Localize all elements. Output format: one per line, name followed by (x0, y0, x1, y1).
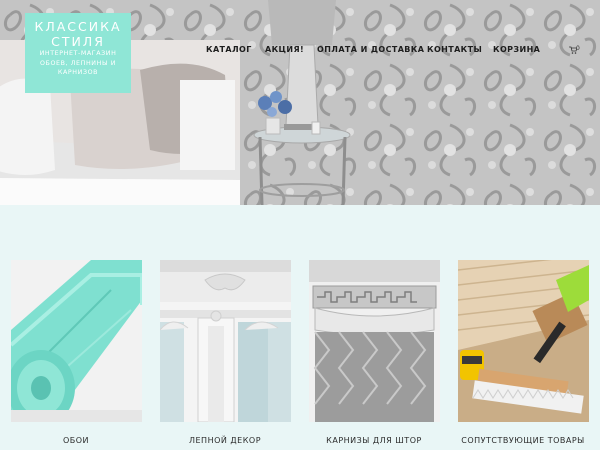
tools-accessories-image (458, 260, 589, 422)
category-card-molding[interactable] (160, 260, 291, 422)
cart-count: 0 (576, 45, 580, 52)
category-label-wallpaper[interactable]: ОБОИ (1, 436, 151, 445)
nav-item-contacts[interactable]: КОНТАКТЫ (427, 45, 482, 54)
molding-decor-image (160, 260, 291, 422)
wallpaper-roll-image (11, 260, 142, 422)
nav-item-catalog[interactable]: КАТАЛОГ (206, 45, 252, 54)
curtain-rod-image (309, 260, 440, 422)
main-nav: КАТАЛОГ АКЦИЯ! ОПЛАТА И ДОСТАВКА КОНТАКТ… (0, 45, 600, 57)
category-card-accessories[interactable] (458, 260, 589, 422)
nav-item-cart[interactable]: КОРЗИНА (493, 45, 540, 54)
nav-item-payment-delivery[interactable]: ОПЛАТА И ДОСТАВКА (317, 45, 424, 54)
category-label-molding[interactable]: ЛЕПНОЙ ДЕКОР (150, 436, 300, 445)
logo-subtitle-line2: ОБОЕВ, ЛЕПНИНЫ И (39, 59, 117, 67)
category-label-accessories[interactable]: СОПУТСТВУЮЩИЕ ТОВАРЫ (448, 436, 598, 445)
cart-widget[interactable]: 0 (569, 44, 583, 55)
logo-subtitle-line3: КАРНИЗОВ (57, 69, 99, 76)
category-card-cornices[interactable] (309, 260, 440, 422)
logo-title-line1: КЛАССИКА (34, 19, 122, 34)
nav-item-promo[interactable]: АКЦИЯ! (265, 45, 304, 54)
category-card-wallpaper[interactable] (11, 260, 142, 422)
hero-banner: КЛАССИКА СТИЛЯ ИНТЕРНЕТ-МАГАЗИН ОБОЕВ, Л… (0, 0, 600, 205)
category-label-cornices[interactable]: КАРНИЗЫ ДЛЯ ШТОР (299, 436, 449, 445)
